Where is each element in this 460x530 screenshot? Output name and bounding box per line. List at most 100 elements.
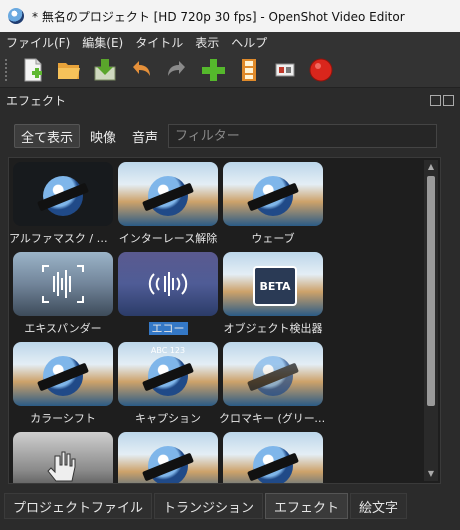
effect-thumbnail (13, 432, 113, 483)
effects-scrollbar[interactable]: ▲ ▼ (424, 160, 438, 481)
effect-thumbnail (118, 162, 218, 226)
main-toolbar (0, 52, 460, 88)
dock-close-icon[interactable] (443, 94, 454, 106)
beta-label: BETA (259, 280, 291, 293)
add-track-icon (202, 58, 225, 81)
effect-thumbnail (13, 252, 113, 316)
effect-label: インターレース解除 (114, 230, 222, 246)
scroll-thumb[interactable] (427, 176, 435, 406)
effect-label-text: インターレース解除 (118, 232, 218, 245)
effect-item[interactable]: カラーシフト (13, 342, 113, 430)
effect-item[interactable] (223, 432, 323, 483)
effect-label: カラーシフト (9, 410, 117, 426)
caption-text: ABC 123 (150, 346, 186, 355)
hand-icon (47, 451, 76, 482)
export-video-button[interactable] (270, 55, 300, 85)
undo-button[interactable] (126, 55, 156, 85)
filter-search-input[interactable] (168, 124, 437, 148)
effect-item[interactable]: アルファマスク / ワ… (9, 162, 117, 250)
openshot-logo-icon (8, 8, 24, 24)
effect-item[interactable]: BETA オブジェクト検出器 (223, 252, 323, 340)
new-project-icon (24, 58, 42, 81)
effect-label: キャプション (114, 410, 222, 426)
effect-label-text: クロマキー (グリーン… (219, 412, 327, 425)
effect-label: オブジェクト検出器 (219, 320, 327, 336)
openshot-logo-icon (253, 176, 293, 216)
effect-label-text: アルファマスク / ワ… (9, 232, 117, 245)
openshot-logo-icon (253, 356, 293, 396)
record-button[interactable] (306, 55, 336, 85)
openshot-logo-icon (43, 176, 83, 216)
effect-label: ウェーブ (219, 230, 327, 246)
tab-emoji[interactable]: 絵文字 (350, 493, 408, 519)
tab-transitions[interactable]: トランジション (154, 493, 264, 519)
effect-label-text: エコー (148, 322, 188, 335)
effect-thumbnail: BETA (223, 252, 323, 316)
menu-edit[interactable]: 編集(E) (82, 34, 123, 51)
add-marker-icon (242, 58, 256, 81)
effect-label: エキスパンダー (9, 320, 117, 336)
openshot-logo-icon (148, 356, 188, 396)
openshot-logo-icon (148, 176, 188, 216)
effect-thumbnail (223, 432, 323, 483)
effect-thumbnail (223, 162, 323, 226)
effect-item[interactable] (13, 432, 113, 483)
effect-label: クロマキー (グリーン… (219, 410, 327, 426)
effect-thumbnail: ABC 123 (118, 342, 218, 406)
effect-item[interactable]: クロマキー (グリーン… (219, 342, 327, 430)
effect-label-text: エキスパンダー (24, 322, 102, 335)
effect-item[interactable]: ウェーブ (223, 162, 323, 250)
effect-label-text: オブジェクト検出器 (223, 322, 323, 335)
open-project-icon (58, 62, 80, 79)
effect-item[interactable] (118, 432, 218, 483)
redo-button[interactable] (162, 55, 192, 85)
expander-icon (42, 265, 84, 303)
effect-item[interactable]: インターレース解除 (118, 162, 218, 250)
redo-icon (168, 60, 185, 76)
menu-file[interactable]: ファイル(F) (6, 34, 70, 51)
add-marker-button[interactable] (234, 55, 264, 85)
new-project-button[interactable] (18, 55, 48, 85)
effect-thumbnail (118, 252, 218, 316)
effect-label: エコー (114, 320, 222, 336)
undo-icon (133, 60, 150, 76)
effects-list: アルファマスク / ワ… インターレース解除 ウェーブエキスパンダー エコー BETA オ… (8, 157, 441, 484)
filter-audio-button[interactable]: 音声 (126, 124, 164, 148)
menu-bar: ファイル(F) 編集(E) タイトル 表示 ヘルプ (0, 32, 460, 52)
menu-title[interactable]: タイトル (135, 34, 183, 51)
tab-effects[interactable]: エフェクト (265, 493, 349, 519)
effect-thumbnail (223, 342, 323, 406)
effects-dock-header: エフェクト (0, 89, 460, 111)
scroll-up-arrow-icon[interactable]: ▲ (426, 162, 436, 172)
effect-label: アルファマスク / ワ… (9, 230, 117, 246)
effect-thumbnail (118, 432, 218, 483)
scroll-down-arrow-icon[interactable]: ▼ (426, 469, 436, 479)
openshot-logo-icon (43, 356, 83, 396)
effect-item[interactable]: エコー (118, 252, 218, 340)
open-project-button[interactable] (54, 55, 84, 85)
record-icon (309, 58, 333, 81)
title-bar: * 無名のプロジェクト [HD 720p 30 fps] - OpenShot … (0, 0, 460, 32)
dock-float-icon[interactable] (430, 94, 441, 106)
save-project-icon (94, 58, 116, 80)
filter-show-all-button[interactable]: 全て表示 (14, 124, 81, 148)
filter-video-button[interactable]: 映像 (84, 124, 122, 148)
add-track-button[interactable] (198, 55, 228, 85)
effect-label-text: キャプション (135, 412, 201, 425)
filter-bar: 全て表示 映像 音声 (14, 123, 437, 149)
openshot-logo-icon (253, 446, 293, 483)
bottom-tabs: プロジェクトファイル トランジション エフェクト 絵文字 (0, 493, 460, 519)
effect-item[interactable]: エキスパンダー (13, 252, 113, 340)
tab-project-files[interactable]: プロジェクトファイル (4, 493, 153, 519)
menu-help[interactable]: ヘルプ (231, 34, 267, 51)
effect-thumbnail (13, 162, 113, 226)
effect-item[interactable]: ABC 123 キャプション (118, 342, 218, 430)
window-title: * 無名のプロジェクト [HD 720p 30 fps] - OpenShot … (32, 9, 405, 24)
effect-thumbnail (13, 342, 113, 406)
openshot-logo-icon (148, 446, 188, 483)
save-project-button[interactable] (90, 55, 120, 85)
toolbar-grip[interactable] (4, 57, 8, 82)
echo-icon (148, 272, 188, 296)
effect-label-text: カラーシフト (30, 412, 96, 425)
menu-view[interactable]: 表示 (195, 34, 219, 51)
